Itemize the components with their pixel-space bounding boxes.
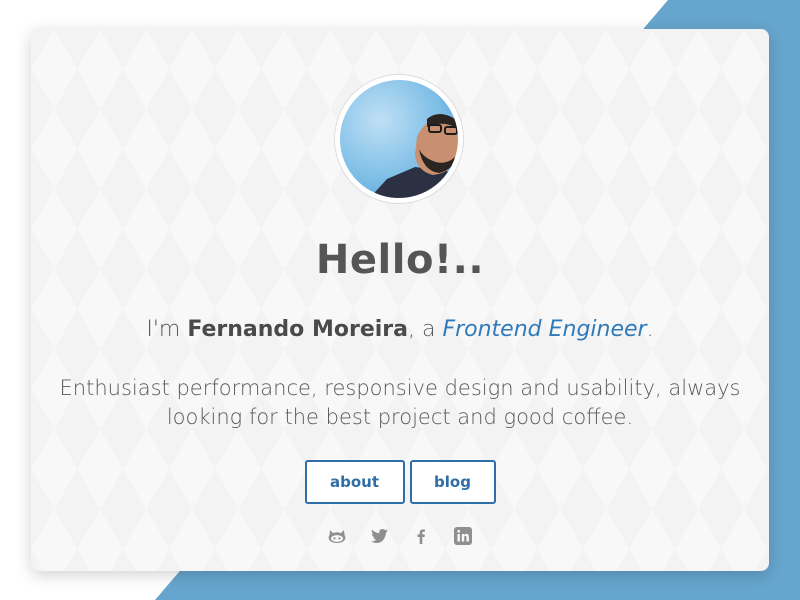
intro-prefix: I'm <box>146 317 188 342</box>
nav-buttons: about blog <box>31 460 769 504</box>
blog-button[interactable]: blog <box>409 460 496 504</box>
twitter-link[interactable] <box>369 526 389 546</box>
linkedin-icon <box>454 527 472 545</box>
github-link[interactable] <box>327 526 347 546</box>
about-button[interactable]: about <box>304 460 405 504</box>
intro-middle: , a <box>407 317 443 342</box>
profile-card: Hello!.. I'm Fernando Moreira, a Fronten… <box>31 29 769 571</box>
person-name: Fernando Moreira <box>187 317 408 342</box>
role-link[interactable]: Frontend Engineer <box>442 317 646 342</box>
intro-suffix: . <box>646 317 654 342</box>
github-icon <box>328 530 346 543</box>
linkedin-link[interactable] <box>453 526 473 546</box>
social-links <box>31 526 769 546</box>
bio-text: Enthusiast performance, responsive desig… <box>59 376 741 429</box>
avatar <box>334 74 464 204</box>
facebook-link[interactable] <box>411 526 431 546</box>
profile-photo-icon <box>335 75 463 203</box>
twitter-icon <box>371 529 388 543</box>
facebook-icon <box>417 529 425 544</box>
greeting-heading: Hello!.. <box>315 237 485 283</box>
intro-line: I'm Fernando Moreira, a Frontend Enginee… <box>31 317 769 342</box>
